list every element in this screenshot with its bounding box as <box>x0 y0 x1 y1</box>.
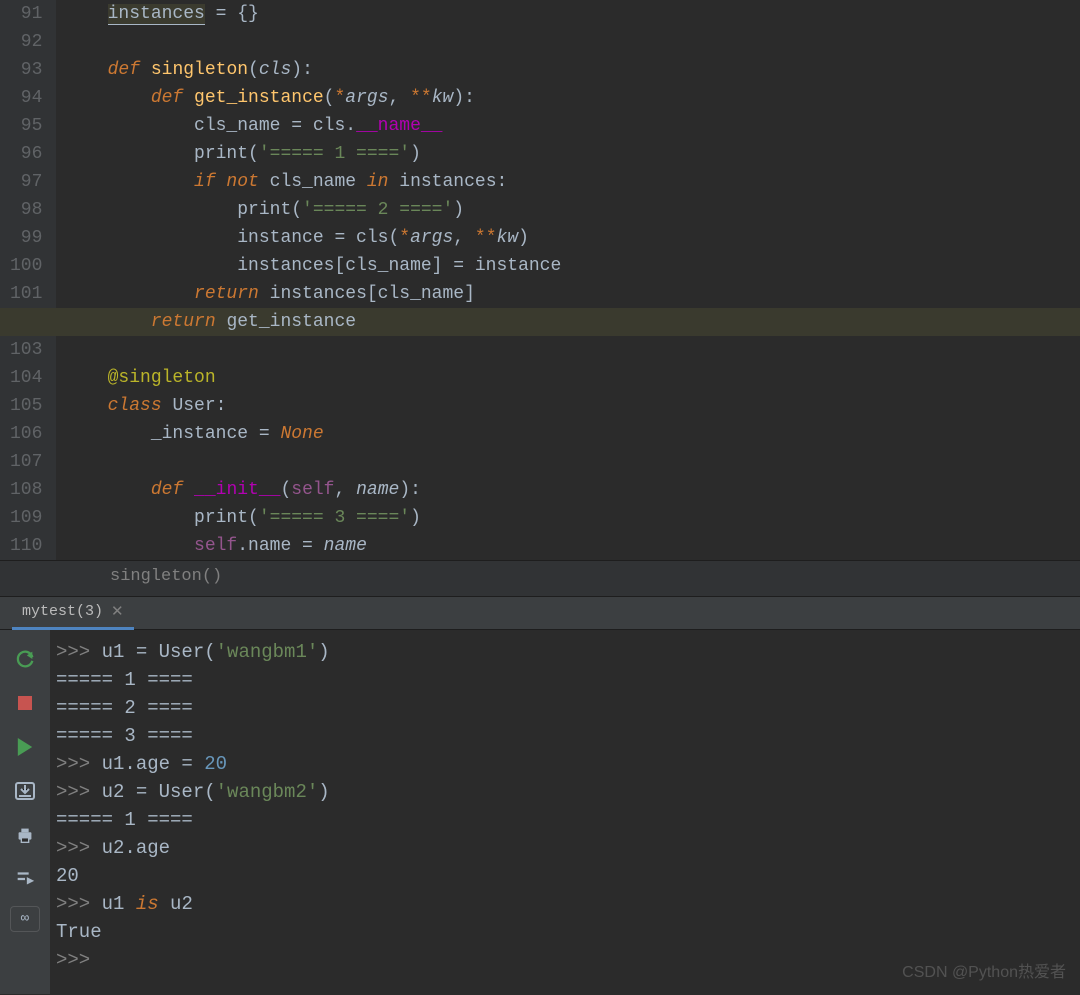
console-line: ===== 1 ==== <box>56 666 1080 694</box>
code-line[interactable] <box>64 336 1080 364</box>
tab-label: mytest(3) <box>22 603 103 620</box>
stop-icon <box>18 696 32 710</box>
code-line[interactable]: instances = {} <box>64 0 1080 28</box>
console-output[interactable]: >>> u1 = User('wangbm1')===== 1 ========… <box>50 630 1080 994</box>
code-line[interactable]: return instances[cls_name] <box>64 280 1080 308</box>
breadcrumb-item[interactable]: singleton() <box>110 567 222 586</box>
code-line[interactable] <box>64 28 1080 56</box>
play-icon <box>16 738 34 756</box>
code-editor[interactable]: 9192939495969798991001011021031041051061… <box>0 0 1080 560</box>
code-line[interactable]: def get_instance(*args, **kw): <box>64 84 1080 112</box>
console-tabbar[interactable]: mytest(3) ✕ <box>0 596 1080 630</box>
variables-icon: ∞ <box>21 911 29 927</box>
console-line: >>> u1 = User('wangbm1') <box>56 638 1080 666</box>
code-line[interactable]: print('===== 3 ====') <box>64 504 1080 532</box>
console-line: ===== 1 ==== <box>56 806 1080 834</box>
breadcrumb[interactable]: singleton() <box>0 560 1080 596</box>
console-line: ===== 3 ==== <box>56 722 1080 750</box>
code-line[interactable]: if not cls_name in instances: <box>64 168 1080 196</box>
console-line: >>> u2 = User('wangbm2') <box>56 778 1080 806</box>
code-line[interactable]: def __init__(self, name): <box>64 476 1080 504</box>
variables-button[interactable]: ∞ <box>10 906 40 932</box>
layout-icon <box>13 779 37 803</box>
code-line[interactable]: self.name = name <box>64 532 1080 560</box>
tab-mytest[interactable]: mytest(3) ✕ <box>12 596 134 630</box>
code-line[interactable] <box>64 448 1080 476</box>
history-button[interactable] <box>8 862 42 896</box>
console-line: True <box>56 918 1080 946</box>
code-line[interactable]: cls_name = cls.__name__ <box>64 112 1080 140</box>
code-line[interactable]: return get_instance <box>64 308 1080 336</box>
code-area[interactable]: instances = {} def singleton(cls): def g… <box>56 0 1080 560</box>
print-button[interactable] <box>8 818 42 852</box>
close-icon[interactable]: ✕ <box>111 602 124 621</box>
rerun-icon <box>14 648 36 670</box>
code-line[interactable]: _instance = None <box>64 420 1080 448</box>
layout-button[interactable] <box>8 774 42 808</box>
run-button[interactable] <box>8 730 42 764</box>
console-line: >>> u1 is u2 <box>56 890 1080 918</box>
rerun-button[interactable] <box>8 642 42 676</box>
stop-button[interactable] <box>8 686 42 720</box>
console-line: >>> u2.age <box>56 834 1080 862</box>
code-line[interactable]: print('===== 2 ====') <box>64 196 1080 224</box>
code-line[interactable]: @singleton <box>64 364 1080 392</box>
code-line[interactable]: class User: <box>64 392 1080 420</box>
print-icon <box>14 824 36 846</box>
history-icon <box>14 868 36 890</box>
code-line[interactable]: instance = cls(*args, **kw) <box>64 224 1080 252</box>
code-line[interactable]: def singleton(cls): <box>64 56 1080 84</box>
line-number-gutter: 9192939495969798991001011021031041051061… <box>0 0 56 560</box>
console-toolbar: ∞ <box>0 630 50 994</box>
code-line[interactable]: instances[cls_name] = instance <box>64 252 1080 280</box>
console-line: ===== 2 ==== <box>56 694 1080 722</box>
console-line: >>> u1.age = 20 <box>56 750 1080 778</box>
code-line[interactable]: print('===== 1 ====') <box>64 140 1080 168</box>
watermark: CSDN @Python热爱者 <box>902 958 1066 982</box>
console-line: 20 <box>56 862 1080 890</box>
